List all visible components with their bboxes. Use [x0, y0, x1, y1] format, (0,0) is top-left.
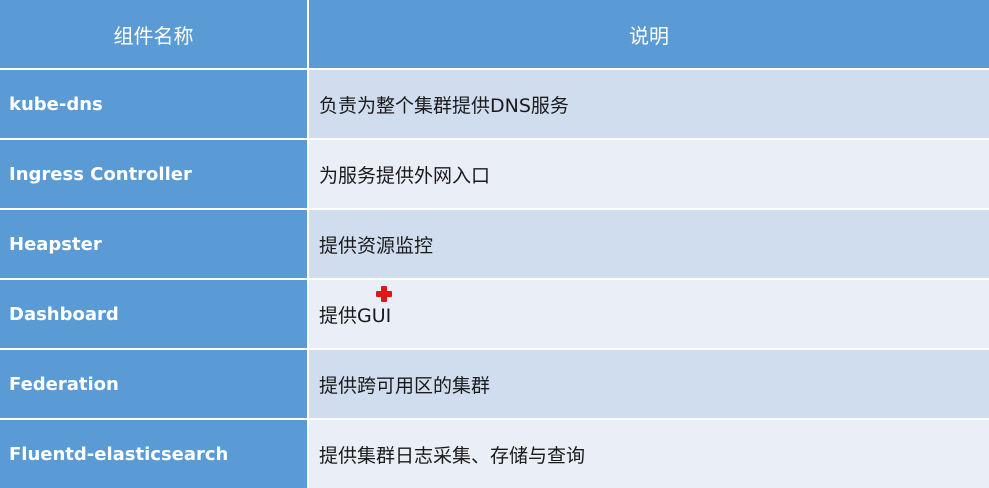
component-table: 组件名称 说明 kube-dns 负责为整个集群提供DNS服务 Ingress … [0, 0, 989, 488]
component-desc-cell: 提供集群日志采集、存储与查询 [309, 420, 989, 488]
component-name-cell: Dashboard [0, 280, 307, 348]
header-component-name: 组件名称 [0, 0, 307, 68]
component-name-cell: Federation [0, 350, 307, 418]
component-name-cell: Heapster [0, 210, 307, 278]
table-row: Dashboard 提供GUI [0, 280, 989, 348]
table-row: Heapster 提供资源监控 [0, 210, 989, 278]
header-description: 说明 [309, 0, 989, 68]
table-header-row: 组件名称 说明 [0, 0, 989, 68]
component-name-cell: kube-dns [0, 70, 307, 138]
component-desc-cell: 提供跨可用区的集群 [309, 350, 989, 418]
table-row: Ingress Controller 为服务提供外网入口 [0, 140, 989, 208]
component-name-cell: Fluentd-elasticsearch [0, 420, 307, 488]
table-row: Fluentd-elasticsearch 提供集群日志采集、存储与查询 [0, 420, 989, 488]
component-desc-cell: 提供资源监控 [309, 210, 989, 278]
red-cross-cursor-icon [376, 286, 392, 302]
table-row: kube-dns 负责为整个集群提供DNS服务 [0, 70, 989, 138]
component-desc-cell: 为服务提供外网入口 [309, 140, 989, 208]
table-row: Federation 提供跨可用区的集群 [0, 350, 989, 418]
component-desc-cell: 提供GUI [309, 280, 989, 348]
component-name-cell: Ingress Controller [0, 140, 307, 208]
component-desc-cell: 负责为整个集群提供DNS服务 [309, 70, 989, 138]
